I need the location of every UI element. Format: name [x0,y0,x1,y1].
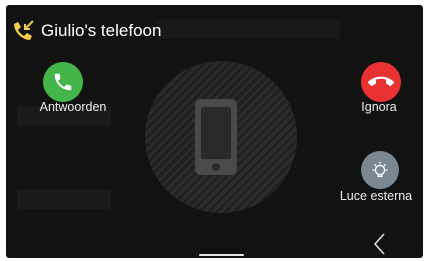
external-light-label: Luce esterna [339,189,413,203]
ignore-label: Ignora [361,100,397,114]
title-background [156,19,340,39]
home-indicator[interactable] [199,254,244,256]
phone-hangup-icon [368,76,394,87]
answer-label: Antwoorden [39,100,107,114]
smartphone-icon [195,99,237,175]
external-light-button[interactable] [361,151,399,189]
caller-title: Giulio's telefoon [41,21,162,40]
ignore-button[interactable] [361,62,401,102]
phone-incoming-icon [14,20,34,40]
chevron-left-icon[interactable] [370,232,390,256]
light-bulb-icon [372,161,388,178]
phone-answer-icon [54,73,72,91]
call-screen: Giulio's telefoon Antwoorden Ignora Luce… [6,5,423,258]
call-header: Giulio's telefoon [6,5,423,45]
left-placeholder-bottom [17,189,111,209]
answer-button[interactable] [43,62,83,102]
